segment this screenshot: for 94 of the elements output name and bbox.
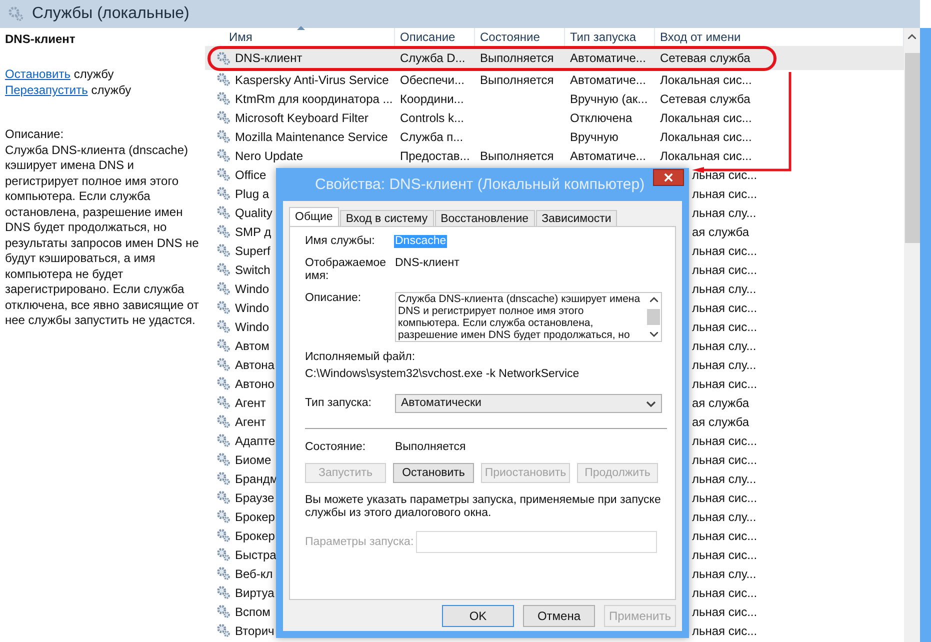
description-cell: Предостав... bbox=[400, 148, 470, 162]
service-name-cell: Адапте bbox=[235, 434, 276, 448]
service-name-cell: Браузе bbox=[235, 490, 274, 504]
startup-type-cell: Вручную (ак... bbox=[570, 92, 648, 106]
service-name-cell: Агент bbox=[235, 396, 266, 410]
dialog-title: Свойства: DNS-клиент (Локальный компьютер) bbox=[315, 176, 645, 193]
startup-type-cell: Автоматиче... bbox=[570, 72, 646, 86]
field-label: Описание: bbox=[305, 292, 362, 305]
startup-type-cell: Отключена bbox=[570, 110, 632, 124]
service-name-cell: Plug a bbox=[235, 186, 270, 200]
logon-cell: Локальная сис... bbox=[660, 110, 752, 124]
service-name-cell: Автом bbox=[235, 338, 270, 352]
startup-type-cell: Автоматиче... bbox=[570, 148, 646, 162]
service-name-cell: Агент bbox=[235, 414, 266, 428]
description-cell: Координи... bbox=[400, 92, 464, 106]
description-cell: Обеспечи... bbox=[400, 72, 464, 86]
service-name-cell: Microsoft Keyboard Filter bbox=[235, 110, 368, 124]
status-cell: Выполняется bbox=[480, 72, 554, 86]
service-name-cell: SMP д bbox=[235, 224, 272, 238]
service-name-cell: Быстра bbox=[235, 548, 276, 562]
logon-cell: льная слу... bbox=[692, 282, 756, 296]
logon-cell: ая служба bbox=[692, 224, 750, 238]
logon-cell: льная сис... bbox=[692, 376, 758, 390]
service-name-cell: Switch bbox=[235, 262, 270, 276]
description-cell: Служба D... bbox=[400, 51, 466, 65]
description-cell: Служба п... bbox=[400, 130, 464, 144]
description-label: Описание: bbox=[5, 127, 65, 142]
logon-cell: Локальная сис... bbox=[660, 130, 752, 144]
service-name-cell: Вторич bbox=[235, 624, 274, 638]
service-name-cell: Windo bbox=[235, 282, 270, 296]
action-text: службу bbox=[90, 82, 132, 98]
field-label: Имя службы: bbox=[305, 235, 376, 248]
action-text: службу bbox=[72, 66, 114, 82]
logon-cell: Сетевая служба bbox=[660, 92, 750, 106]
service-name-cell: Kaspersky Anti-Virus Service bbox=[235, 72, 389, 86]
service-name-cell: Mozilla Maintenance Service bbox=[235, 130, 388, 144]
logon-cell: льная сис... bbox=[692, 490, 758, 504]
display-name-value: DNS-клиент bbox=[395, 257, 460, 270]
description-cell: Controls k... bbox=[400, 110, 464, 124]
service-name-cell: Office bbox=[235, 168, 266, 182]
field-label: Тип запуска: bbox=[305, 397, 373, 410]
logon-cell: льная сис... bbox=[692, 262, 758, 276]
logon-cell: льная слу... bbox=[692, 338, 756, 352]
panel-title: Службы (локальные) bbox=[32, 5, 190, 23]
service-name-cell: Nero Update bbox=[235, 148, 304, 162]
service-name-cell: Superf bbox=[235, 244, 270, 258]
logon-cell: льная сис... bbox=[692, 586, 758, 600]
logon-cell: льная сис... bbox=[692, 186, 758, 200]
description-text: Служба DNS-клиента (dnscache) кэширует имена DNS и регистрирует полное имя этого компьютера. Если служба остановлена, разрешение имен DNS будет продолжаться, но результаты запросов имен DNS не будут кэшироваться, а имя компьютера не будет зарегистрировано. Если служба отключена, все явно зависящие от нее службы запустить не удастся. bbox=[5, 142, 200, 328]
service-name-cell: Quality bbox=[235, 206, 272, 220]
logon-cell: Локальная сис... bbox=[660, 148, 752, 162]
status-cell: Выполняется bbox=[480, 51, 554, 65]
service-name-cell: Биоме bbox=[235, 452, 272, 466]
status-value: Выполняется bbox=[395, 441, 466, 454]
logon-cell: льная слу... bbox=[692, 566, 756, 580]
field-label: Состояние: bbox=[305, 441, 367, 454]
logon-cell: льная слу... bbox=[692, 358, 756, 372]
field-label: Параметры запуска: bbox=[305, 536, 414, 548]
logon-cell: льная сис... bbox=[692, 434, 758, 448]
service-name: DNS-клиент bbox=[5, 31, 76, 47]
service-name-cell: Автоно bbox=[235, 376, 274, 390]
service-name-cell: KtmRm для координатора ... bbox=[235, 92, 393, 106]
startup-type-cell: Вручную bbox=[570, 130, 618, 144]
logon-cell: льная сис... bbox=[692, 244, 758, 258]
logon-cell: льная сис... bbox=[692, 604, 758, 618]
service-name-cell: Брокер bbox=[235, 528, 275, 542]
service-name-cell: Вспом bbox=[235, 604, 270, 618]
logon-cell: льная сис... bbox=[692, 320, 758, 334]
service-name-cell: Автона bbox=[235, 358, 274, 372]
status-cell: Выполняется bbox=[480, 148, 554, 162]
service-name-cell: DNS-клиент bbox=[235, 51, 302, 65]
logon-cell: льная сис... bbox=[692, 624, 758, 638]
logon-cell: льная сис... bbox=[692, 300, 758, 314]
service-name-cell: Windo bbox=[235, 320, 270, 334]
executable-path: C:\Windows\system32\svchost.exe -k NetworkService bbox=[305, 368, 580, 381]
field-label: Исполняемый файл: bbox=[305, 351, 416, 364]
logon-cell: льная сис... bbox=[692, 528, 758, 542]
logon-cell: льная слу... bbox=[692, 472, 756, 486]
service-name-cell: Веб-кл bbox=[235, 566, 273, 580]
logon-cell: льная сис... bbox=[692, 168, 758, 182]
logon-cell: льная слу... bbox=[692, 510, 756, 524]
hint-text: Вы можете указать параметры запуска, применяемые при запуске службы из этого диалогового окна. bbox=[305, 494, 662, 520]
service-name-cell: Виртуа bbox=[235, 586, 274, 600]
logon-cell: ая служба bbox=[692, 414, 750, 428]
startup-type-cell: Автоматиче... bbox=[570, 51, 646, 65]
service-name-cell: Брокер bbox=[235, 510, 275, 524]
logon-cell: ая служба bbox=[692, 396, 750, 410]
logon-cell: льная сис... bbox=[692, 452, 758, 466]
service-name-cell: Windo bbox=[235, 300, 270, 314]
logon-cell: Сетевая служба bbox=[660, 51, 750, 65]
logon-cell: льная слу... bbox=[692, 206, 756, 220]
field-label: Отображаемое имя: bbox=[305, 257, 385, 283]
logon-cell: льная сис... bbox=[692, 548, 758, 562]
logon-cell: Локальная сис... bbox=[660, 72, 752, 86]
